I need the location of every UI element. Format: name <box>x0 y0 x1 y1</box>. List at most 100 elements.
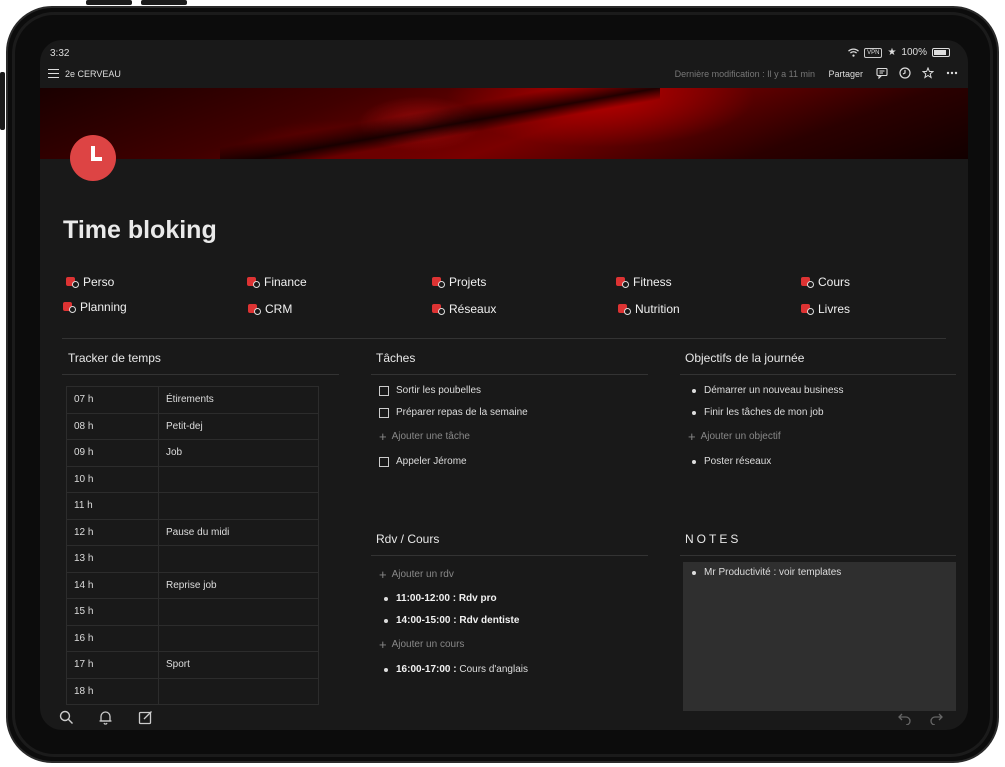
add-objective-label: Ajouter un objectif <box>700 431 781 442</box>
tasks-title: Tâches <box>376 351 416 365</box>
add-task-button[interactable]: + Ajouter une tâche <box>379 430 470 443</box>
menu-icon[interactable] <box>48 69 59 78</box>
activity-cell[interactable] <box>158 598 319 626</box>
hour-cell[interactable]: 11 h <box>66 492 159 520</box>
comment-icon[interactable] <box>876 67 888 79</box>
rdv-label: Rdv pro <box>458 593 497 604</box>
link-label: Fitness <box>633 275 672 289</box>
link-finance[interactable]: Finance <box>247 275 307 289</box>
link-label: Planning <box>80 300 127 314</box>
objective-label: Démarrer un nouveau business <box>704 385 844 396</box>
table-row[interactable]: 13 h <box>66 545 319 573</box>
page-clock-icon[interactable] <box>70 135 116 181</box>
status-time: 3:32 <box>50 48 70 59</box>
table-row[interactable]: 16 h <box>66 624 319 652</box>
undo-icon[interactable] <box>897 710 912 725</box>
add-objective-button[interactable]: + Ajouter un objectif <box>688 430 781 443</box>
link-cours[interactable]: Cours <box>801 275 850 289</box>
checkbox[interactable] <box>379 407 389 418</box>
add-course-button[interactable]: + Ajouter un cours <box>379 636 464 652</box>
link-projets[interactable]: Projets <box>432 275 486 289</box>
table-row[interactable]: 08 h Petit-dej <box>66 412 319 440</box>
table-row[interactable]: 17 h Sport <box>66 651 319 679</box>
activity-cell[interactable]: Sport <box>158 651 319 679</box>
checkbox[interactable] <box>379 456 389 467</box>
hour-cell[interactable]: 10 h <box>66 465 159 493</box>
star-icon[interactable] <box>922 67 934 79</box>
note-item[interactable]: Mr Productivité : voir templates <box>692 567 841 578</box>
battery-icon <box>932 48 950 57</box>
table-row[interactable]: 10 h <box>66 465 319 493</box>
link-reseaux[interactable]: Réseaux <box>432 302 496 316</box>
hour-cell[interactable]: 08 h <box>66 412 159 440</box>
task-label: Appeler Jérome <box>396 456 467 467</box>
activity-cell[interactable] <box>158 492 319 520</box>
page-link-icon <box>616 276 630 288</box>
rdv-item[interactable]: 11:00-12:00 : Rdv pro <box>384 593 497 604</box>
link-fitness[interactable]: Fitness <box>616 275 672 289</box>
cover-image[interactable] <box>40 88 968 159</box>
link-livres[interactable]: Livres <box>801 302 850 316</box>
activity-cell[interactable] <box>158 677 319 705</box>
activity-cell[interactable] <box>158 545 319 573</box>
activity-cell[interactable]: Job <box>158 439 319 467</box>
hour-cell[interactable]: 18 h <box>66 677 159 705</box>
add-task-label: Ajouter une tâche <box>391 431 470 442</box>
task-label: Préparer repas de la semaine <box>396 407 528 418</box>
plus-icon: + <box>379 636 387 652</box>
activity-cell[interactable] <box>158 465 319 493</box>
search-icon[interactable] <box>59 710 74 725</box>
share-button[interactable]: Partager <box>828 69 863 79</box>
table-row[interactable]: 11 h <box>66 492 319 520</box>
task-item[interactable]: Préparer repas de la semaine <box>379 407 528 418</box>
star-status-icon: ★ <box>887 47 897 58</box>
hour-cell[interactable]: 13 h <box>66 545 159 573</box>
table-row[interactable]: 12 h Pause du midi <box>66 518 319 546</box>
task-item[interactable]: Sortir les poubelles <box>379 385 481 396</box>
rdv-divider <box>371 555 648 556</box>
bell-icon[interactable] <box>98 710 113 725</box>
hour-cell[interactable]: 16 h <box>66 624 159 652</box>
page-title[interactable]: Time bloking <box>63 216 217 245</box>
activity-cell[interactable] <box>158 624 319 652</box>
link-perso[interactable]: Perso <box>66 275 114 289</box>
task-label: Sortir les poubelles <box>396 385 482 396</box>
objectives-title: Objectifs de la journée <box>685 351 805 365</box>
link-label: Perso <box>83 275 115 289</box>
last-modified: Dernière modification : Il y a 11 min <box>674 69 815 79</box>
rdv-title: Rdv / Cours <box>376 532 440 546</box>
table-row[interactable]: 07 h Étirements <box>66 386 319 414</box>
hour-cell[interactable]: 07 h <box>66 386 159 414</box>
course-item[interactable]: 16:00-17:00 : Cours d'anglais <box>384 664 528 675</box>
rdv-item[interactable]: 14:00-15:00 : Rdv dentiste <box>384 615 519 626</box>
activity-cell[interactable]: Reprise job <box>158 571 319 599</box>
link-crm[interactable]: CRM <box>248 302 292 316</box>
table-row[interactable]: 09 h Job <box>66 439 319 467</box>
hour-cell[interactable]: 09 h <box>66 439 159 467</box>
rdv-time: 14:00-15:00 : <box>396 615 457 626</box>
clock-icon[interactable] <box>899 67 911 79</box>
edit-icon[interactable] <box>138 710 153 725</box>
hour-cell[interactable]: 12 h <box>66 518 159 546</box>
link-planning[interactable]: Planning <box>63 300 127 314</box>
objective-item[interactable]: Finir les tâches de mon job <box>692 407 824 418</box>
notes-box[interactable] <box>683 562 956 711</box>
add-rdv-button[interactable]: + Ajouter un rdv <box>379 568 454 581</box>
table-row[interactable]: 15 h <box>66 598 319 626</box>
objective-item[interactable]: Poster réseaux <box>692 456 771 467</box>
activity-cell[interactable]: Petit-dej <box>158 412 319 440</box>
redo-icon[interactable] <box>929 710 944 725</box>
more-icon[interactable] <box>946 67 958 79</box>
objective-item[interactable]: Démarrer un nouveau business <box>692 385 844 396</box>
task-item[interactable]: Appeler Jérome <box>379 456 467 467</box>
hour-cell[interactable]: 15 h <box>66 598 159 626</box>
activity-cell[interactable]: Pause du midi <box>158 518 319 546</box>
table-row[interactable]: 14 h Reprise job <box>66 571 319 599</box>
hour-cell[interactable]: 14 h <box>66 571 159 599</box>
hour-cell[interactable]: 17 h <box>66 651 159 679</box>
table-row[interactable]: 18 h <box>66 677 319 705</box>
workspace-name[interactable]: 2e CERVEAU <box>65 69 121 79</box>
checkbox[interactable] <box>379 385 389 396</box>
link-nutrition[interactable]: Nutrition <box>618 302 680 316</box>
activity-cell[interactable]: Étirements <box>158 386 319 414</box>
